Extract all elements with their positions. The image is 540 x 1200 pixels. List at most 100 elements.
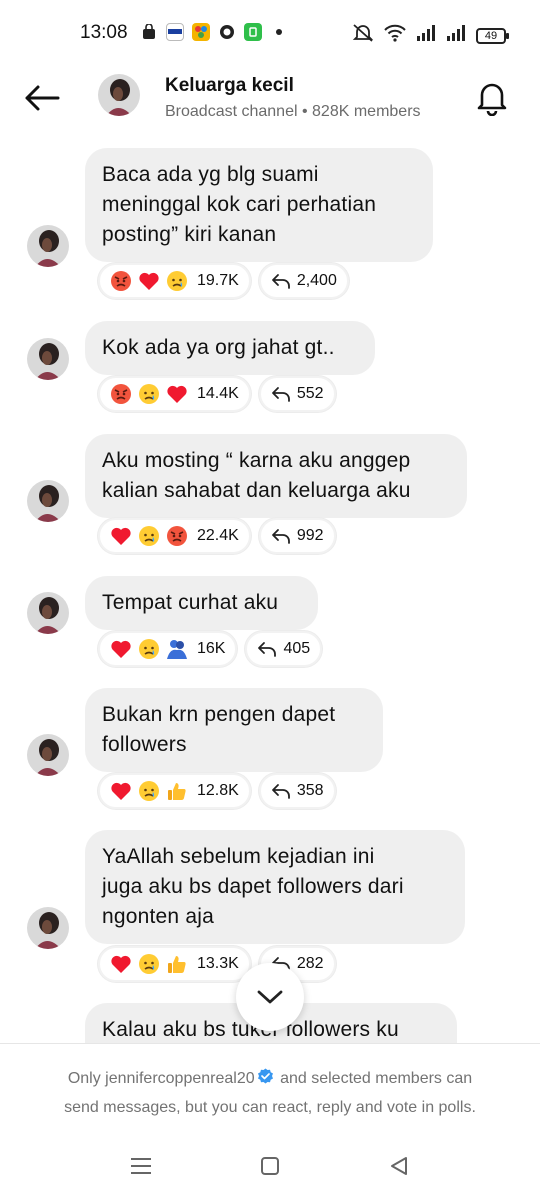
reply-pill[interactable]: 405 (245, 631, 323, 667)
heart-icon (110, 525, 132, 547)
reaction-count: 13.3K (197, 955, 239, 972)
reaction-bar: 19.7K 2,400 (98, 263, 349, 299)
battery-level: 49 (484, 29, 498, 42)
crying-face-icon (138, 953, 160, 975)
wifi-icon (384, 24, 406, 47)
reaction-count: 19.7K (197, 272, 239, 289)
scroll-down-button[interactable] (236, 963, 304, 1031)
thumbs-up-icon (166, 780, 188, 802)
reaction-pill[interactable]: 13.3K (98, 946, 251, 982)
verified-badge-icon (257, 1068, 274, 1085)
message-bubble[interactable]: Kok ada ya org jahat gt.. (85, 321, 375, 375)
message-bubble[interactable]: Tempat curhat aku (85, 576, 318, 630)
notice-suffix: and selected members can (275, 1070, 473, 1087)
reaction-bar: 12.8K 358 (98, 773, 336, 809)
reply-count: 405 (283, 640, 311, 657)
message-line: ngonten aja (102, 905, 214, 928)
sender-avatar[interactable] (27, 592, 69, 634)
crying-face-icon (138, 780, 160, 802)
signal-icon-1 (416, 25, 436, 46)
status-indicators: 49 (352, 23, 509, 48)
reaction-count: 16K (197, 640, 226, 657)
message-line: posting” kiri kanan (102, 223, 277, 246)
bell-icon (477, 83, 507, 116)
reply-pill[interactable]: 2,400 (258, 263, 349, 299)
reaction-bar: 22.4K 992 (98, 518, 336, 554)
heart-icon (110, 780, 132, 802)
home-button[interactable] (257, 1153, 283, 1179)
reaction-pill[interactable]: 16K (98, 631, 238, 667)
sender-avatar[interactable] (27, 338, 69, 380)
reply-pill[interactable]: 358 (258, 773, 336, 809)
message-line: Aku mosting “ karna aku anggep (102, 449, 411, 472)
triangle-back-icon (391, 1157, 407, 1175)
channel-avatar[interactable] (98, 74, 140, 116)
heart-icon (110, 953, 132, 975)
sender-avatar[interactable] (27, 480, 69, 522)
channel-subtitle: Broadcast channel • 828K members (165, 103, 421, 120)
message-line: Baca ada yg blg suami (102, 163, 319, 186)
angry-face-icon (166, 525, 188, 547)
status-time: 13:08 (80, 22, 128, 43)
sender-avatar[interactable] (27, 225, 69, 267)
heart-icon (138, 270, 160, 292)
green-app-icon (244, 23, 262, 41)
notice-prefix: Only (67, 1070, 106, 1087)
message-line: YaAllah sebelum kejadian ini (102, 845, 375, 868)
channel-header: Keluarga kecil Broadcast channel • 828K … (0, 66, 540, 140)
message-line: Tempat curhat aku (102, 591, 279, 614)
reaction-bar: 14.4K 552 (98, 376, 336, 412)
back-nav-button[interactable] (386, 1153, 412, 1179)
reply-arrow-icon (271, 782, 291, 800)
reply-arrow-icon (257, 640, 277, 658)
crying-face-icon (138, 525, 160, 547)
reply-count: 552 (296, 385, 324, 402)
message-bubble[interactable]: Baca ada yg blg suami meninggal kok cari… (85, 148, 433, 262)
message-line: kalian sahabat dan keluarga aku (102, 479, 411, 502)
sender-avatar[interactable] (27, 907, 69, 949)
mute-icon (352, 23, 374, 48)
status-app-icons (140, 23, 282, 41)
recents-button[interactable] (128, 1153, 154, 1179)
owner-username[interactable]: jennifercoppenreal20 (105, 1070, 254, 1087)
status-bar: 13:08 49 (0, 0, 540, 66)
reply-arrow-icon (271, 527, 291, 545)
menu-lines-icon (131, 1158, 151, 1174)
reaction-pill[interactable]: 22.4K (98, 518, 251, 554)
reply-count: 992 (296, 527, 324, 544)
reaction-pill[interactable]: 12.8K (98, 773, 251, 809)
sender-avatar[interactable] (27, 734, 69, 776)
btn-bank-icon (166, 23, 184, 41)
back-button[interactable] (22, 80, 62, 116)
system-nav-bar (0, 1131, 540, 1200)
reaction-pill[interactable]: 19.7K (98, 263, 251, 299)
crying-face-icon (166, 270, 188, 292)
reply-pill[interactable]: 552 (258, 376, 336, 412)
message-bubble[interactable]: Bukan krn pengen dapet followers (85, 688, 383, 772)
back-arrow-icon (25, 85, 60, 111)
heart-icon (166, 383, 188, 405)
circle-app-icon (218, 23, 236, 41)
reply-arrow-icon (271, 385, 291, 403)
message-line: followers (102, 733, 187, 756)
notice-line-2: send messages, but you can react, reply … (64, 1099, 476, 1116)
reply-count: 358 (296, 782, 324, 799)
reaction-pill[interactable]: 14.4K (98, 376, 251, 412)
reaction-count: 12.8K (197, 782, 239, 799)
reply-count: 2,400 (296, 272, 337, 289)
chevron-down-icon (257, 990, 283, 1004)
broadcast-notice: Only jennifercoppenreal20 and selected m… (0, 1043, 540, 1131)
angry-face-icon (110, 383, 132, 405)
notice-line-1: Only jennifercoppenreal20 and selected m… (0, 1064, 540, 1093)
notification-dot (276, 29, 282, 35)
reaction-bar: 16K 405 (98, 631, 323, 667)
message-bubble[interactable]: YaAllah sebelum kejadian ini juga aku bs… (85, 830, 465, 944)
message-bubble[interactable]: Aku mosting “ karna aku anggep kalian sa… (85, 434, 467, 518)
angry-face-icon (110, 270, 132, 292)
channel-title[interactable]: Keluarga kecil (165, 75, 294, 97)
battery-icon: 49 (476, 27, 509, 44)
reply-pill[interactable]: 992 (258, 518, 336, 554)
message-line: Bukan krn pengen dapet (102, 703, 336, 726)
notification-button[interactable] (472, 78, 512, 118)
shopping-bag-icon (140, 23, 158, 41)
